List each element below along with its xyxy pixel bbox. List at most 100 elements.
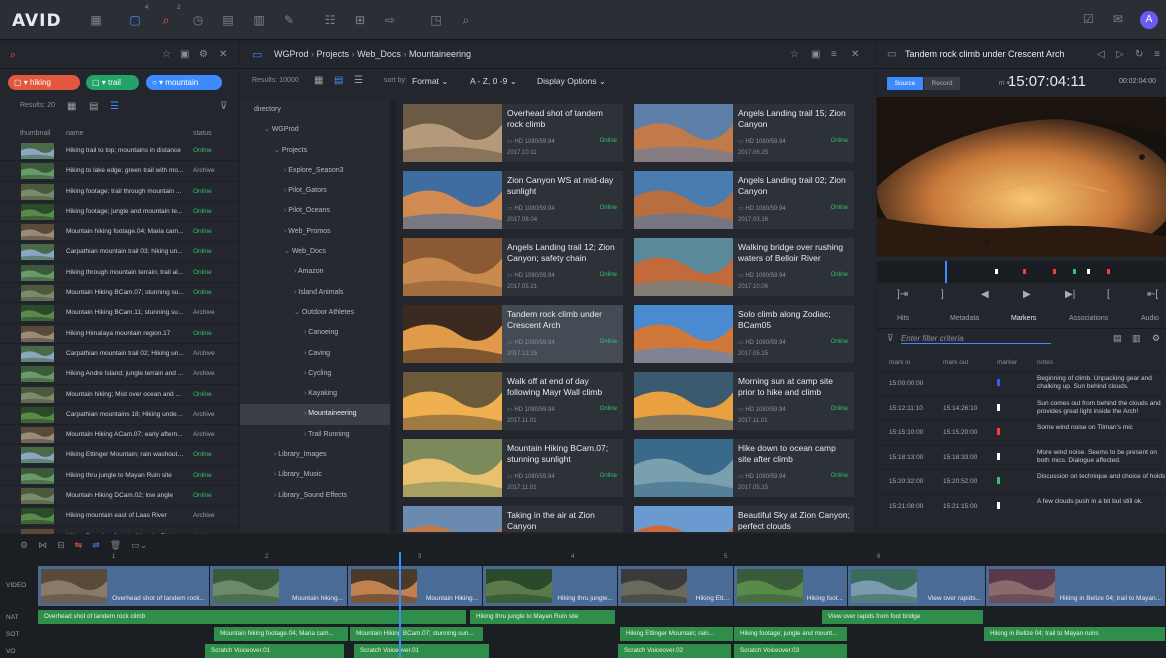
- clip-card[interactable]: Morning sun at camp site prior to hike a…: [634, 372, 854, 430]
- chip-hiking[interactable]: ▢ ▾ hiking: [8, 75, 80, 90]
- tree-node[interactable]: ⌄ WGProd: [240, 120, 390, 140]
- marker-row[interactable]: 15:12:11:10 15:14:26:10 Sun comes out from…: [877, 395, 1166, 421]
- menu-icon[interactable]: ≡: [1154, 49, 1160, 60]
- layout-icon[interactable]: ▣: [180, 49, 189, 60]
- crumb-web-docs[interactable]: Web_Docs: [357, 49, 401, 59]
- story-icon[interactable]: ▥: [251, 12, 267, 28]
- zoom-search-icon[interactable]: ⌕: [458, 12, 474, 28]
- list-item[interactable]: Mountain Hiking DCam.02; low angle Online: [0, 486, 239, 507]
- chevron-down-icon[interactable]: ⌄: [274, 147, 282, 154]
- document-icon[interactable]: ▥: [1132, 333, 1141, 344]
- video-clip[interactable]: Mountain hiking...: [210, 566, 348, 606]
- grid-icon[interactable]: ▦: [88, 12, 104, 28]
- col-mark-in[interactable]: mark in: [889, 359, 910, 366]
- track-sot[interactable]: SOT: [0, 631, 38, 638]
- star-icon[interactable]: ☆: [790, 49, 799, 60]
- video-clip[interactable]: Hiking thru jungle...: [483, 566, 618, 606]
- track-nat[interactable]: NAT: [0, 614, 38, 621]
- marker-row[interactable]: 15:00:00:00 Beginning of climb. Unpacking…: [877, 371, 1166, 396]
- list-item[interactable]: Hiking trail to top; mountains in distan…: [0, 141, 239, 162]
- tab-record[interactable]: Record: [924, 77, 960, 90]
- list-item[interactable]: Hiking footage; jungle and mountain te..…: [0, 202, 239, 223]
- video-clip[interactable]: Hiking foot...: [734, 566, 848, 606]
- clipboard-icon[interactable]: ▤: [1113, 333, 1122, 344]
- clip-card[interactable]: Zion Canyon WS at mid-day sunlight ▭ HD 1…: [403, 171, 623, 229]
- next-icon[interactable]: ▷: [1116, 49, 1124, 60]
- edit-icon[interactable]: ✎: [281, 12, 297, 28]
- video-clip[interactable]: Overhead shot of tandem rock...: [38, 566, 210, 606]
- list-item[interactable]: Mountain Hiking BCam.07; stunning su... O…: [0, 283, 239, 304]
- browse-icon[interactable]: ▢: [127, 12, 143, 28]
- tab-metadata[interactable]: Metadata: [950, 315, 979, 322]
- list-item[interactable]: Carpathian mountain trail 02; Hiking un.…: [0, 344, 239, 365]
- close-icon[interactable]: ✕: [219, 49, 227, 60]
- filter-input[interactable]: Enter filter criteria: [901, 334, 1051, 344]
- layout-icon[interactable]: ▣: [811, 49, 820, 60]
- tree-node[interactable]: › Library_Music: [240, 465, 390, 485]
- mark-in-icon[interactable]: ]⇥: [897, 289, 908, 300]
- video-clip[interactable]: Hiking in Belize 04; trail to Mayan...: [986, 566, 1166, 606]
- go-in-icon[interactable]: [: [1107, 289, 1110, 300]
- clip-card[interactable]: Tandem rock climb under Crescent Arch ▭ H…: [403, 305, 623, 363]
- mail-icon[interactable]: ✉: [1113, 12, 1123, 26]
- gear-icon[interactable]: ⚙: [199, 49, 208, 60]
- clip-card[interactable]: Angels Landing trail 02; Zion Canyon ▭ HD…: [634, 171, 854, 229]
- audio-clip[interactable]: Hiking footage; jungle and mount...: [734, 627, 848, 641]
- tree-node[interactable]: › Kayaking: [240, 384, 390, 404]
- tree-node[interactable]: › Mountaineering: [240, 404, 390, 425]
- new-window-icon[interactable]: ◳: [428, 12, 444, 28]
- list-item[interactable]: Hiking thru jungle to Mayan Ruin site Onl…: [0, 466, 239, 487]
- video-clip[interactable]: Mountain Hiking...: [348, 566, 483, 606]
- sort-format-dropdown[interactable]: Format ⌄: [412, 76, 448, 87]
- crumb-wgprod[interactable]: WGProd: [274, 49, 309, 59]
- clip-card[interactable]: Solo climb along Zodiac; BCam05 ▭ HD 1080…: [634, 305, 854, 363]
- lift-icon[interactable]: ⊟: [57, 540, 65, 550]
- tab-associations[interactable]: Associations: [1069, 315, 1108, 322]
- col-marker[interactable]: marker: [997, 359, 1017, 366]
- tree-node[interactable]: › Island Animals: [240, 283, 390, 303]
- display-icon[interactable]: ▭⌄: [131, 540, 147, 550]
- chevron-down-icon[interactable]: ⌄: [284, 248, 292, 255]
- list-item[interactable]: Mountain hiking footage.04; Maria cam...…: [0, 222, 239, 243]
- tab-source[interactable]: Source: [887, 77, 923, 90]
- col-status[interactable]: status: [193, 130, 212, 137]
- gear-icon[interactable]: ⚙: [1152, 333, 1160, 344]
- user-avatar[interactable]: A: [1140, 11, 1158, 29]
- tree-node[interactable]: › Caving: [240, 344, 390, 364]
- menu-icon[interactable]: ≡: [831, 49, 837, 60]
- detail-view-icon[interactable]: ☰: [354, 75, 363, 86]
- media-icon[interactable]: ▤: [220, 12, 236, 28]
- marker-row[interactable]: 15:20:32:00 15:20:52:00 Discussion on tech…: [877, 469, 1166, 494]
- clip-card[interactable]: Walk off at end of day following Mayr Wa…: [403, 372, 623, 430]
- list-item[interactable]: Hiking through mountain terrain; trail a…: [0, 263, 239, 284]
- clock-icon[interactable]: ◷: [190, 12, 206, 28]
- step-forward-icon[interactable]: ▶|: [1065, 289, 1075, 300]
- clip-card[interactable]: Angels Landing trail 12; Zion Canyon; sa…: [403, 238, 623, 296]
- tree-node[interactable]: › Pilot_Oceans: [240, 201, 390, 221]
- marker-row[interactable]: 15:18:13:00 15:18:33:00 More wind noise. S…: [877, 444, 1166, 470]
- audio-clip[interactable]: Scratch Voiceover.01: [205, 644, 345, 658]
- audio-clip[interactable]: Hiking in Belize 04; trail to Mayan ruin…: [984, 627, 1166, 641]
- clip-card[interactable]: Hike down to ocean camp site after climb…: [634, 439, 854, 497]
- audio-clip[interactable]: Mountain Hiking BCam.07; stunning sun...: [350, 627, 484, 641]
- tab-audio[interactable]: Audio: [1141, 315, 1159, 322]
- go-out-icon[interactable]: ⇤[: [1147, 289, 1158, 300]
- list-item[interactable]: Carpathian mountain trail 03; hiking un.…: [0, 242, 239, 263]
- tasks-icon[interactable]: ☑: [1083, 12, 1094, 26]
- tree-node[interactable]: › Trail Running: [240, 425, 390, 445]
- delete-icon[interactable]: 🗑: [110, 540, 121, 550]
- tree-node[interactable]: › Canoeing: [240, 323, 390, 343]
- mark-out-icon[interactable]: ]: [941, 289, 944, 300]
- display-options-dropdown[interactable]: Display Options ⌄: [537, 76, 606, 87]
- tree-node[interactable]: ⌄ Outdoor Athletes: [240, 303, 390, 323]
- marker-row[interactable]: 15:15:10:00 15:15:20:00 Some wind noise on…: [877, 420, 1166, 445]
- list-item[interactable]: Hiking Himalaya mountain region.17 Online: [0, 324, 239, 344]
- list-item[interactable]: Mountain hiking; Mist over ocean and w..…: [0, 385, 239, 405]
- play-icon[interactable]: ▶: [1023, 289, 1031, 300]
- clip-card[interactable]: Angels Landing trail 15; Zion Canyon ▭ HD…: [634, 104, 854, 162]
- tab-markers[interactable]: Markers: [1011, 315, 1036, 322]
- star-icon[interactable]: ☆: [162, 49, 171, 60]
- list-item[interactable]: Hiking Ettinger Mountain; rain washout .…: [0, 445, 239, 466]
- search-icon[interactable]: ⌕: [10, 49, 16, 62]
- col-thumbnail[interactable]: thumbnail: [20, 130, 50, 137]
